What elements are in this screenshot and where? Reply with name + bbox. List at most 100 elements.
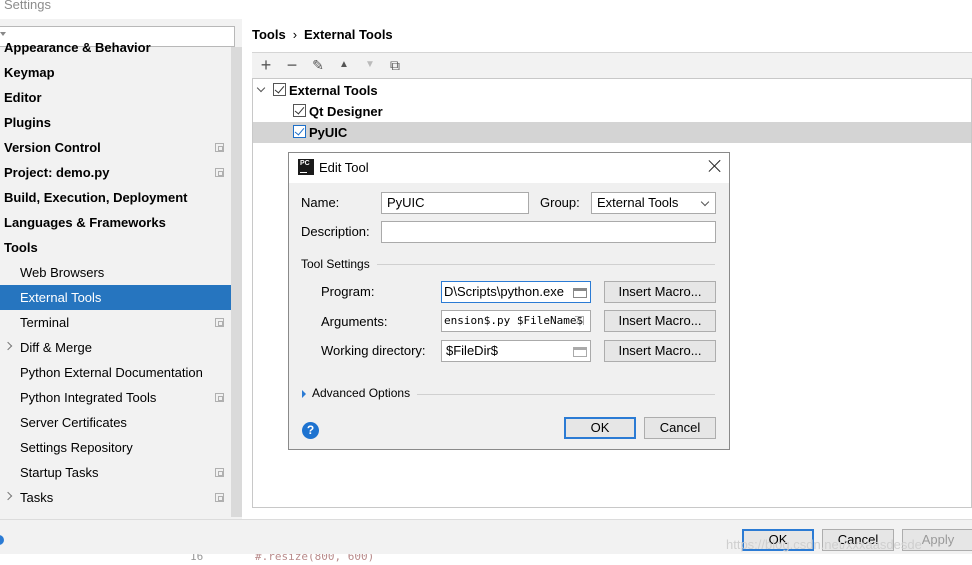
- insert-macro-button[interactable]: Insert Macro...: [604, 310, 716, 332]
- expand-icon[interactable]: [575, 316, 584, 325]
- arguments-field[interactable]: ension$.py $FileName$: [441, 310, 591, 332]
- breadcrumb-current: External Tools: [304, 27, 393, 42]
- expand-arrow-icon: [302, 390, 306, 398]
- tool-settings-label: Tool Settings: [301, 257, 370, 271]
- sidebar-item-label: Appearance & Behavior: [4, 40, 151, 55]
- dialog-titlebar: PC Edit Tool: [289, 153, 729, 183]
- workdir-label: Working directory:: [321, 343, 426, 358]
- name-field[interactable]: PyUIC: [381, 192, 529, 214]
- dialog-cancel-button[interactable]: Cancel: [644, 417, 716, 439]
- advanced-divider: [417, 394, 715, 395]
- tree-tool-row[interactable]: Qt Designer: [253, 101, 971, 122]
- program-label: Program:: [321, 284, 375, 299]
- chevron-down-icon[interactable]: [256, 83, 266, 93]
- advanced-options-toggle[interactable]: Advanced Options: [301, 386, 421, 402]
- sidebar-item[interactable]: External Tools: [0, 285, 231, 310]
- sidebar-item[interactable]: Languages & Frameworks: [0, 210, 242, 235]
- sidebar-item[interactable]: Diff & Merge: [0, 335, 242, 360]
- sidebar-item-label: Web Browsers: [20, 265, 105, 280]
- sidebar-item-label: Keymap: [4, 65, 55, 80]
- remove-icon[interactable]: −: [284, 56, 300, 74]
- sidebar-item[interactable]: Startup Tasks: [0, 460, 242, 485]
- help-icon[interactable]: ?: [302, 422, 319, 439]
- project-scope-icon: [215, 143, 224, 152]
- sidebar-item-label: Terminal: [20, 315, 70, 330]
- tree-group-row[interactable]: External Tools: [253, 80, 971, 101]
- sidebar-item-label: External Tools: [20, 290, 102, 305]
- dialog-title: Edit Tool: [319, 160, 369, 175]
- sidebar-item[interactable]: Web Browsers: [0, 260, 242, 285]
- arguments-value: ension$.py $FileName$: [444, 314, 584, 327]
- sidebar-scrollbar[interactable]: [231, 47, 242, 517]
- chevron-down-icon: [700, 197, 710, 207]
- sidebar-item[interactable]: Server Certificates: [0, 410, 242, 435]
- sidebar-item[interactable]: Settings Repository: [0, 435, 242, 460]
- description-label: Description:: [301, 224, 370, 239]
- edit-icon[interactable]: ✎: [310, 57, 326, 73]
- project-scope-icon: [215, 393, 224, 402]
- tool-label: Qt Designer: [309, 104, 383, 119]
- watermark-text: https://blog.csdn.net/xxxaasdesde: [726, 537, 922, 552]
- sidebar-item-label: Languages & Frameworks: [4, 215, 166, 230]
- tool-checkbox[interactable]: [293, 125, 306, 138]
- tool-checkbox[interactable]: [293, 104, 306, 117]
- sidebar-item[interactable]: Plugins: [0, 110, 242, 135]
- tools-toolbar: + − ✎ ▲ ▼ ⧉: [252, 53, 972, 78]
- group-select-value: External Tools: [597, 195, 679, 210]
- sidebar-item-label: Tools: [4, 240, 38, 255]
- sidebar-item[interactable]: Editor: [0, 85, 242, 110]
- copy-icon[interactable]: ⧉: [387, 57, 403, 73]
- sidebar-item-label: Diff & Merge: [20, 340, 93, 355]
- name-label: Name:: [301, 195, 340, 210]
- arguments-label: Arguments:: [321, 314, 388, 329]
- sidebar-item-label: Python Integrated Tools: [20, 390, 157, 405]
- sidebar-item[interactable]: Python External Documentation: [0, 360, 242, 385]
- sidebar-item[interactable]: Keymap: [0, 60, 242, 85]
- sidebar-item-label: Editor: [4, 90, 42, 105]
- insert-macro-button[interactable]: Insert Macro...: [604, 281, 716, 303]
- dialog-ok-button[interactable]: OK: [564, 417, 636, 439]
- project-scope-icon: [215, 493, 224, 502]
- sidebar-item[interactable]: Terminal: [0, 310, 242, 335]
- move-down-icon[interactable]: ▼: [362, 57, 378, 73]
- edit-tool-dialog: PC Edit Tool Name: PyUIC Group: External…: [288, 152, 730, 450]
- sidebar-item[interactable]: Python Integrated Tools: [0, 385, 242, 410]
- program-value: D\Scripts\python.exe: [444, 284, 564, 299]
- sidebar-item-label: Version Control: [4, 140, 101, 155]
- sidebar-item[interactable]: Build, Execution, Deployment: [0, 185, 242, 210]
- insert-macro-button[interactable]: Insert Macro...: [604, 340, 716, 362]
- sidebar-item-label: Build, Execution, Deployment: [4, 190, 188, 205]
- group-checkbox[interactable]: [273, 83, 286, 96]
- move-up-icon[interactable]: ▲: [336, 57, 352, 73]
- pycharm-icon: PC: [298, 159, 314, 175]
- chevron-right-icon[interactable]: [3, 341, 13, 351]
- tool-settings-divider: [377, 264, 715, 265]
- chevron-right-icon[interactable]: [3, 491, 13, 501]
- group-select[interactable]: External Tools: [591, 192, 716, 214]
- folder-icon[interactable]: [573, 288, 587, 298]
- folder-icon[interactable]: [573, 347, 587, 357]
- tree-tool-row-selected[interactable]: PyUIC: [253, 122, 971, 143]
- sidebar-item-label: Server Certificates: [20, 415, 127, 430]
- description-field[interactable]: [381, 221, 716, 243]
- editor-strip: 16 #.resize(800, 600): [0, 554, 972, 565]
- sidebar-item-label: Settings Repository: [20, 440, 133, 455]
- sidebar-item[interactable]: Appearance & Behavior: [0, 35, 242, 60]
- project-scope-icon: [215, 318, 224, 327]
- sidebar-item-label: Tasks: [20, 490, 54, 505]
- workdir-field[interactable]: $FileDir$: [441, 340, 591, 362]
- sidebar: Appearance & Behavior Keymap Editor Plugins…: [0, 19, 242, 519]
- sidebar-item[interactable]: Version Control: [0, 135, 242, 160]
- breadcrumb-parent[interactable]: Tools: [252, 27, 286, 42]
- sidebar-item-label: Python External Documentation: [20, 365, 203, 380]
- sidebar-item-label: Plugins: [4, 115, 51, 130]
- advanced-options-label: Advanced Options: [312, 386, 411, 400]
- sidebar-item[interactable]: Tasks: [0, 485, 242, 510]
- add-icon[interactable]: +: [258, 56, 274, 74]
- program-field[interactable]: D\Scripts\python.exe: [441, 281, 591, 303]
- group-label: Group:: [540, 195, 580, 210]
- window-title: Settings: [4, 0, 51, 12]
- sidebar-item[interactable]: Project: demo.py: [0, 160, 242, 185]
- sidebar-item[interactable]: Tools: [0, 235, 242, 260]
- close-icon[interactable]: [707, 158, 723, 174]
